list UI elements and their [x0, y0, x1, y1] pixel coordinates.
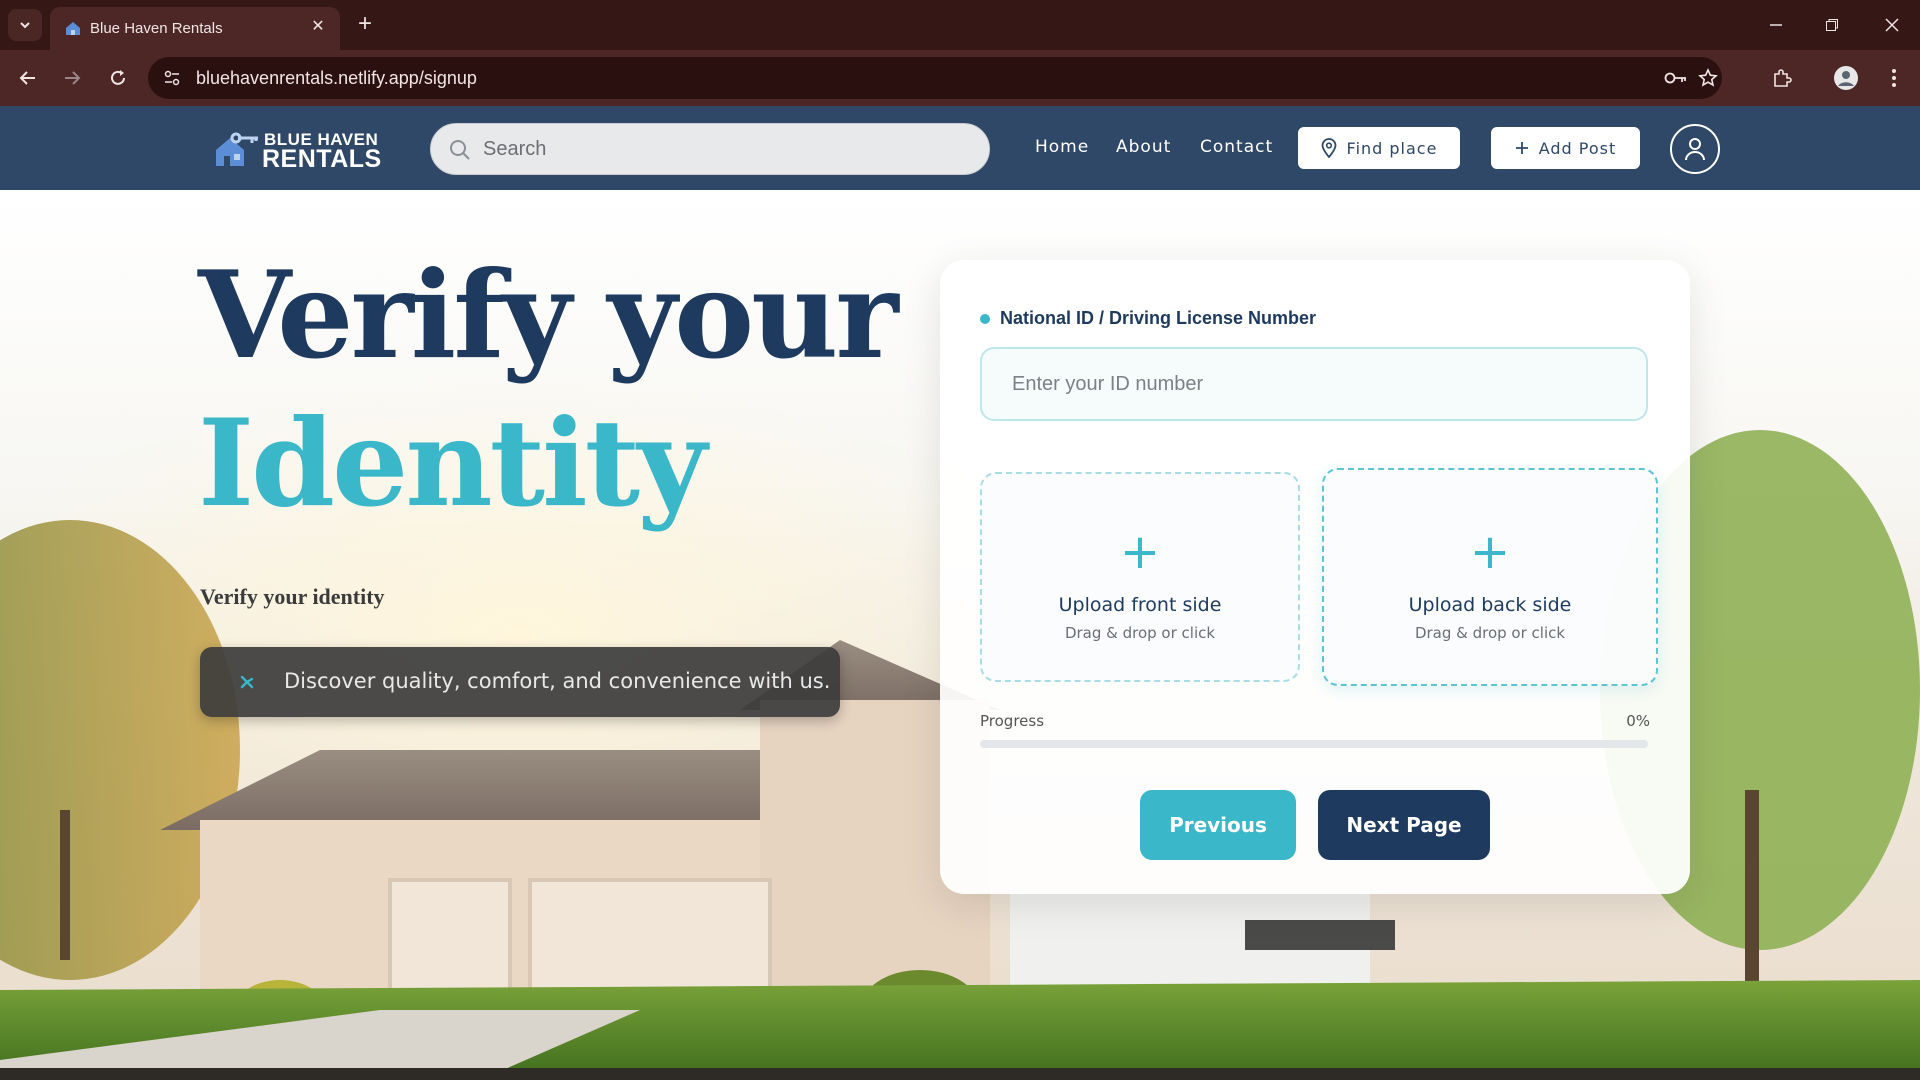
site-info-icon[interactable]: [162, 68, 182, 88]
plus-icon: [1515, 142, 1528, 154]
url-text[interactable]: bluehavenrentals.netlify.app/signup: [196, 68, 477, 89]
search-bar[interactable]: Search: [430, 123, 990, 175]
progress-label: Progress: [980, 712, 1045, 730]
hero-subtitle: Verify your identity: [200, 584, 385, 609]
logo-text-bottom: RENTALS: [262, 145, 382, 173]
sparkle-icon: [240, 675, 254, 689]
tab-search-button[interactable]: [8, 9, 42, 41]
upload-back-hint: Drag & drop or click: [1414, 624, 1566, 642]
id-number-input[interactable]: [980, 347, 1648, 421]
restore-window-icon[interactable]: [1812, 10, 1852, 40]
previous-button[interactable]: Previous: [1140, 790, 1296, 860]
nav-link-home[interactable]: Home: [1035, 137, 1089, 157]
user-account-button[interactable]: [1670, 124, 1720, 174]
add-post-label: Add Post: [1538, 138, 1617, 158]
chevron-down-icon: [20, 22, 30, 29]
address-bar[interactable]: bluehavenrentals.netlify.app/signup: [148, 57, 1722, 99]
find-place-button[interactable]: Find place: [1298, 127, 1460, 169]
extensions-puzzle-icon[interactable]: [1768, 64, 1796, 92]
user-icon: [1685, 138, 1705, 161]
web-page: BLUE HAVEN RENTALS Search Home About Con…: [0, 106, 1920, 1080]
tab-close-icon[interactable]: ✕: [308, 17, 328, 37]
new-tab-plus-icon[interactable]: +: [352, 12, 378, 38]
house-key-logo-icon: [216, 132, 258, 166]
map-pin-icon: [1321, 138, 1336, 158]
verification-form-card: National ID / Driving License Number + U…: [940, 260, 1690, 894]
upload-front-dropzone[interactable]: + Upload front side Drag & drop or click: [980, 472, 1300, 682]
label-dot-icon: [980, 313, 990, 324]
house-favicon-icon: [66, 22, 80, 35]
bookmark-star-icon[interactable]: [1696, 67, 1720, 89]
password-key-icon[interactable]: [1664, 67, 1688, 89]
upload-plus-icon: +: [1119, 524, 1161, 580]
id-field-label: National ID / Driving License Number: [980, 308, 1316, 329]
find-place-label: Find place: [1346, 138, 1438, 158]
upload-front-title: Upload front side: [1058, 594, 1222, 616]
browser-tab-strip: Blue Haven Rentals ✕ +: [0, 0, 1920, 50]
upload-front-hint: Drag & drop or click: [1064, 624, 1216, 642]
close-window-icon[interactable]: [1872, 10, 1912, 40]
site-logo[interactable]: BLUE HAVEN RENTALS: [212, 128, 382, 173]
upload-plus-icon: +: [1469, 524, 1511, 580]
hero-title-line2: Identity: [198, 393, 707, 534]
next-page-button[interactable]: Next Page: [1318, 790, 1490, 860]
nav-link-contact[interactable]: Contact: [1200, 137, 1273, 157]
progress-bar: [980, 740, 1648, 748]
back-arrow-icon[interactable]: [14, 64, 42, 92]
add-post-button[interactable]: Add Post: [1491, 127, 1640, 169]
upload-back-title: Upload back side: [1408, 594, 1572, 616]
progress-value: 0%: [1626, 712, 1650, 730]
id-field-label-text: National ID / Driving License Number: [1000, 308, 1317, 328]
profile-avatar-icon[interactable]: [1832, 64, 1860, 92]
tagline-text: Discover quality, comfort, and convenien…: [284, 669, 831, 693]
reload-icon[interactable]: [104, 64, 132, 92]
upload-back-dropzone[interactable]: + Upload back side Drag & drop or click: [1322, 468, 1658, 686]
browser-menu-icon[interactable]: [1880, 64, 1908, 92]
browser-toolbar: bluehavenrentals.netlify.app/signup: [0, 50, 1920, 106]
search-icon: [450, 140, 470, 160]
nav-link-about[interactable]: About: [1116, 137, 1171, 157]
hero-title-line1: Verify your: [198, 245, 899, 386]
minimize-window-icon[interactable]: [1756, 10, 1796, 40]
site-header: BLUE HAVEN RENTALS Search Home About Con…: [0, 106, 1920, 190]
forward-arrow-icon[interactable]: [58, 64, 86, 92]
browser-tab[interactable]: Blue Haven Rentals ✕: [50, 7, 340, 50]
tagline-banner: Discover quality, comfort, and convenien…: [200, 647, 840, 717]
tab-title: Blue Haven Rentals: [90, 20, 223, 37]
search-placeholder: Search: [483, 138, 547, 160]
